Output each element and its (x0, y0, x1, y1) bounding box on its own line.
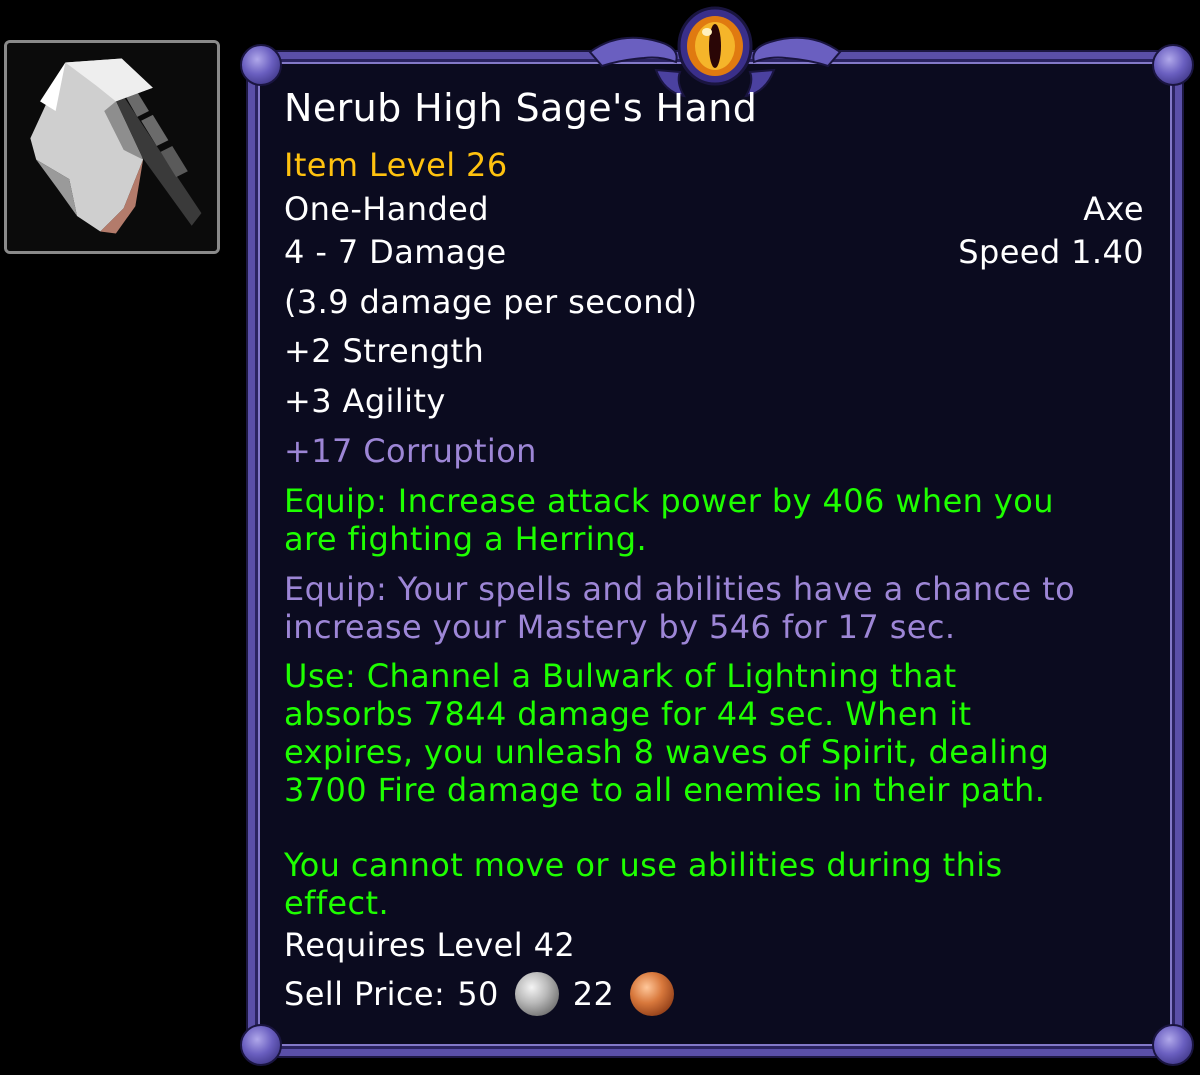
required-level: Requires Level 42 (284, 926, 576, 964)
frame-corner-ornament (1152, 44, 1194, 86)
stat-agility: +3 Agility (284, 382, 446, 420)
sell-price: Sell Price: 50 22 (284, 972, 688, 1016)
equip-effect-line: Equip: Increase attack power by 406 when… (284, 482, 1054, 520)
sell-price-copper-amount: 22 (572, 975, 615, 1013)
item-icon-frame[interactable] (4, 40, 220, 254)
damage-speed-row: 4 - 7 Damage Speed 1.40 (284, 233, 1144, 271)
item-speed: Speed 1.40 (958, 233, 1144, 271)
item-dps: (3.9 damage per second) (284, 283, 698, 321)
stat-strength: +2 Strength (284, 332, 485, 370)
frame-corner-ornament (240, 1024, 282, 1066)
use-effect-line: Use: Channel a Bulwark of Lightning that (284, 657, 957, 695)
equip-effect-mastery: Equip: Your spells and abilities have a … (284, 570, 1154, 646)
axe-icon (7, 43, 217, 251)
item-slot: One-Handed (284, 190, 489, 228)
use-effect-line: 3700 Fire damage to all enemies in their… (284, 771, 1046, 809)
equip-effect-line: are fighting a Herring. (284, 520, 648, 558)
corruption-stat: +17 Corruption (284, 432, 537, 470)
item-level: Item Level 26 (284, 146, 508, 184)
use-effect-line: expires, you unleash 8 waves of Spirit, … (284, 733, 1050, 771)
use-effect-note: You cannot move or use abilities during … (284, 846, 1154, 922)
equip-effect-attack-power: Equip: Increase attack power by 406 when… (284, 482, 1154, 558)
copper-coin-icon (630, 972, 675, 1016)
slot-type-row: One-Handed Axe (284, 190, 1144, 228)
item-type: Axe (1083, 190, 1144, 228)
frame-corner-ornament (240, 44, 282, 86)
use-effect-line: absorbs 7844 damage for 44 sec. When it (284, 695, 972, 733)
sell-price-label: Sell Price: (284, 975, 446, 1013)
equip-effect-line: Equip: Your spells and abilities have a … (284, 570, 1076, 608)
item-name: Nerub High Sage's Hand (284, 86, 758, 130)
use-effect-note-line: effect. (284, 884, 390, 922)
sell-price-silver-amount: 50 (457, 975, 499, 1013)
use-effect-note-line: You cannot move or use abilities during … (284, 846, 1003, 884)
silver-coin-icon (514, 972, 559, 1016)
equip-effect-line: increase your Mastery by 546 for 17 sec. (284, 608, 956, 646)
frame-corner-ornament (1152, 1024, 1194, 1066)
use-effect: Use: Channel a Bulwark of Lightning that… (284, 657, 1154, 809)
item-damage: 4 - 7 Damage (284, 233, 507, 271)
